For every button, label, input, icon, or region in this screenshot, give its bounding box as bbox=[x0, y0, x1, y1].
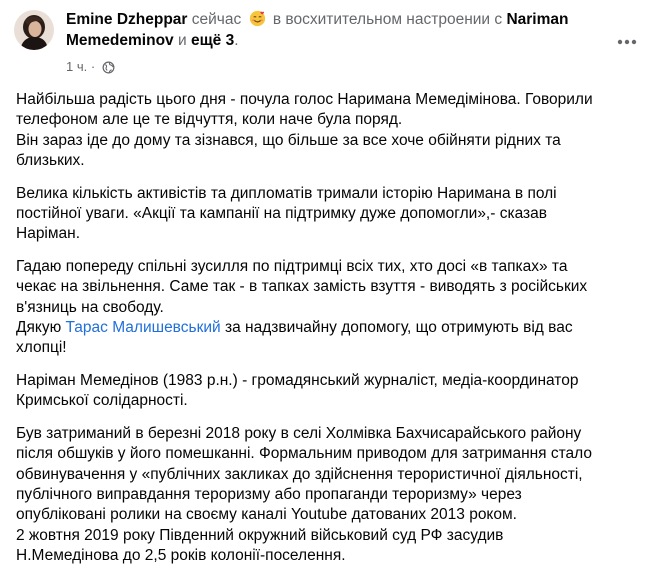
post-options-button[interactable] bbox=[609, 24, 645, 60]
post-meta: 1 ч. · bbox=[66, 59, 115, 78]
text-line: телефоном але це те відчуття, коли наче … bbox=[16, 111, 403, 129]
paragraph-1: Найбільша радість цього дня - почула гол… bbox=[16, 90, 648, 172]
avatar-image bbox=[14, 10, 54, 50]
text-line: Гадаю попереду спільні зусилля по підтри… bbox=[16, 257, 568, 275]
text-line: опубліковані ролики на своєму каналі You… bbox=[16, 506, 517, 524]
text-line: постійної уваги. «Акції та кампанії на п… bbox=[16, 205, 547, 223]
text-line: в'язниць на свободу. bbox=[16, 298, 164, 316]
smiling-face-with-hearts-emoji-icon bbox=[249, 10, 266, 27]
text-line: Н.Мемедінова до 2,5 років колонії-поселе… bbox=[16, 547, 346, 565]
globe-icon bbox=[102, 61, 115, 78]
text-line: Наріман Мемедінов (1983 р.н.) - громадян… bbox=[16, 371, 579, 389]
post-card: Emine Dzheppar сейчас в восхитительном н… bbox=[0, 0, 659, 585]
text-line: Він зараз іде до дому та зізнався, що бі… bbox=[16, 131, 561, 149]
avatar[interactable] bbox=[14, 10, 54, 50]
header-line-1: Emine Dzheppar сейчас в восхитительном н… bbox=[66, 10, 619, 30]
text-line: обвинувачення у «публічних закликах до з… bbox=[16, 465, 583, 483]
tagged-person-name-part1[interactable]: Nariman bbox=[506, 11, 568, 28]
post-timestamp[interactable]: 1 ч. bbox=[66, 59, 87, 74]
mention-link[interactable]: Тарас Малишевський bbox=[66, 319, 221, 336]
thanks-after: за надзвичайну допомогу, що отримують ві… bbox=[220, 319, 573, 337]
header-line-2: Memedeminov и ещё 3. bbox=[66, 31, 619, 51]
and-text: и bbox=[177, 32, 187, 49]
others-link[interactable]: ещё 3 bbox=[191, 32, 234, 49]
text-line: близьких. bbox=[16, 152, 85, 170]
post-body: Найбільша радість цього дня - почула гол… bbox=[16, 90, 648, 579]
tagged-person-name-part2[interactable]: Memedeminov bbox=[66, 32, 174, 49]
author-name[interactable]: Emine Dzheppar bbox=[66, 11, 187, 28]
text-line: Був затриманий в березні 2018 року в сел… bbox=[16, 424, 582, 442]
post-header: Emine Dzheppar сейчас в восхитительном н… bbox=[0, 0, 659, 84]
text-line: 2 жовтня 2019 року Південний окружний ві… bbox=[16, 526, 504, 544]
text-line: Велика кількість активістів та дипломаті… bbox=[16, 184, 557, 202]
inline-time[interactable]: сейчас bbox=[192, 11, 241, 28]
meta-separator: · bbox=[90, 59, 96, 74]
text-line: публічного виправдання тероризму або про… bbox=[16, 485, 522, 503]
paragraph-4: Наріман Мемедінов (1983 р.н.) - громадян… bbox=[16, 371, 648, 412]
paragraph-2: Велика кількість активістів та дипломаті… bbox=[16, 184, 648, 245]
text-line: після обшуків у його помешканні. Формаль… bbox=[16, 445, 593, 463]
text-line: Наріман. bbox=[16, 225, 81, 243]
text-line: хлопці! bbox=[16, 339, 67, 357]
thanks-line: Дякую Тарас Малишевський за надзвичайну … bbox=[16, 318, 648, 338]
thanks-before: Дякую bbox=[16, 319, 66, 337]
text-line: Найбільша радість цього дня - почула гол… bbox=[16, 91, 593, 108]
paragraph-5: Був затриманий в березні 2018 року в сел… bbox=[16, 424, 648, 567]
text-line: чекає на звільнення. Саме так - в тапках… bbox=[16, 278, 588, 296]
feeling-status-text: в восхитительном настроении с bbox=[272, 11, 503, 28]
text-line: Кримської солідарності. bbox=[16, 392, 188, 410]
ellipsis-icon bbox=[617, 39, 637, 45]
paragraph-3: Гадаю попереду спільні зусилля по підтри… bbox=[16, 257, 648, 359]
header-period: . bbox=[234, 32, 239, 49]
